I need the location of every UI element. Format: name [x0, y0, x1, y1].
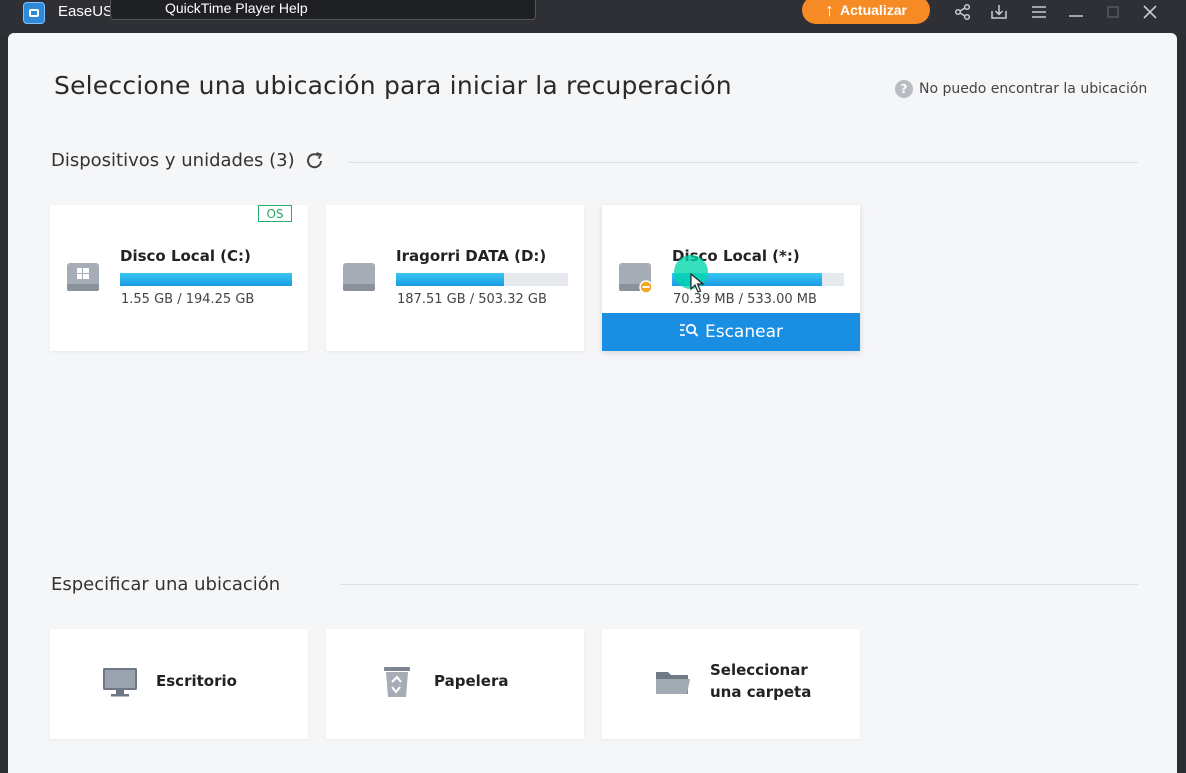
- drive-icon: [343, 263, 375, 291]
- location-label: Papelera: [434, 672, 509, 690]
- mouse-cursor-icon: [690, 273, 704, 293]
- devices-divider: [348, 162, 1138, 163]
- minimize-icon[interactable]: [1066, 3, 1086, 23]
- locations-divider: [340, 584, 1138, 585]
- help-link-label: No puedo encontrar la ubicación: [919, 81, 1148, 97]
- scan-button[interactable]: Escanear: [602, 313, 860, 351]
- folder-icon: [656, 672, 690, 694]
- question-icon: ?: [895, 80, 913, 98]
- title-bar: EaseUS QuickTime Player Help ↑ Actualiza…: [0, 0, 1186, 34]
- drive-size: 187.51 GB / 503.32 GB: [397, 292, 547, 307]
- upgrade-label: Actualizar: [840, 2, 907, 18]
- usage-bar: [396, 273, 568, 286]
- usage-bar-fill: [120, 273, 292, 286]
- drive-card-c[interactable]: OS Disco Local (C:) 1.55 GB / 194.25 GB: [50, 205, 308, 351]
- easeus-logo-icon: [23, 2, 45, 24]
- location-label-line1: Seleccionar: [710, 661, 808, 679]
- location-label: Escritorio: [156, 672, 237, 690]
- tooltip-text: QuickTime Player Help: [165, 0, 308, 16]
- share-icon[interactable]: [953, 3, 973, 23]
- refresh-icon[interactable]: [304, 150, 326, 172]
- arrow-up-icon: ↑: [825, 0, 835, 20]
- devices-section-title: Dispositivos y unidades (3): [51, 150, 295, 171]
- quicktime-tooltip: QuickTime Player Help: [110, 0, 536, 20]
- upgrade-button[interactable]: ↑ Actualizar: [802, 0, 930, 24]
- maximize-icon[interactable]: [1103, 3, 1123, 23]
- location-label-line2: una carpeta: [710, 683, 812, 701]
- drive-card-d[interactable]: Iragorri DATA (D:) 187.51 GB / 503.32 GB: [326, 205, 584, 351]
- locations-section-title: Especificar una ubicación: [51, 574, 281, 595]
- app-name: EaseUS: [58, 3, 114, 20]
- cannot-find-location-link[interactable]: ? No puedo encontrar la ubicación: [895, 80, 1147, 98]
- os-badge: OS: [258, 205, 292, 222]
- desktop-icon: [103, 668, 137, 697]
- drive-name: Disco Local (C:): [120, 247, 251, 265]
- usage-bar: [120, 273, 292, 286]
- drive-card-unlabeled[interactable]: Disco Local (*:) 70.39 MB / 533.00 MB Es…: [602, 205, 860, 351]
- scan-icon: [679, 322, 699, 342]
- drive-size: 1.55 GB / 194.25 GB: [121, 292, 255, 307]
- scan-label: Escanear: [704, 322, 783, 342]
- drive-warning-icon: [619, 263, 652, 293]
- windows-drive-icon: [67, 263, 99, 291]
- recycle-bin-icon: [384, 667, 410, 697]
- location-select-folder[interactable]: Seleccionar una carpeta: [602, 629, 860, 739]
- page-title: Seleccione una ubicación para iniciar la…: [54, 71, 732, 100]
- usage-bar-fill: [396, 273, 505, 286]
- location-recycle-bin[interactable]: Papelera: [326, 629, 584, 739]
- download-icon[interactable]: [989, 3, 1009, 23]
- drive-name: Iragorri DATA (D:): [396, 247, 547, 265]
- close-icon[interactable]: [1140, 3, 1160, 23]
- main-panel: Seleccione una ubicación para iniciar la…: [8, 33, 1177, 773]
- location-desktop[interactable]: Escritorio: [50, 629, 308, 739]
- drive-size: 70.39 MB / 533.00 MB: [673, 292, 817, 307]
- menu-icon[interactable]: [1029, 3, 1049, 23]
